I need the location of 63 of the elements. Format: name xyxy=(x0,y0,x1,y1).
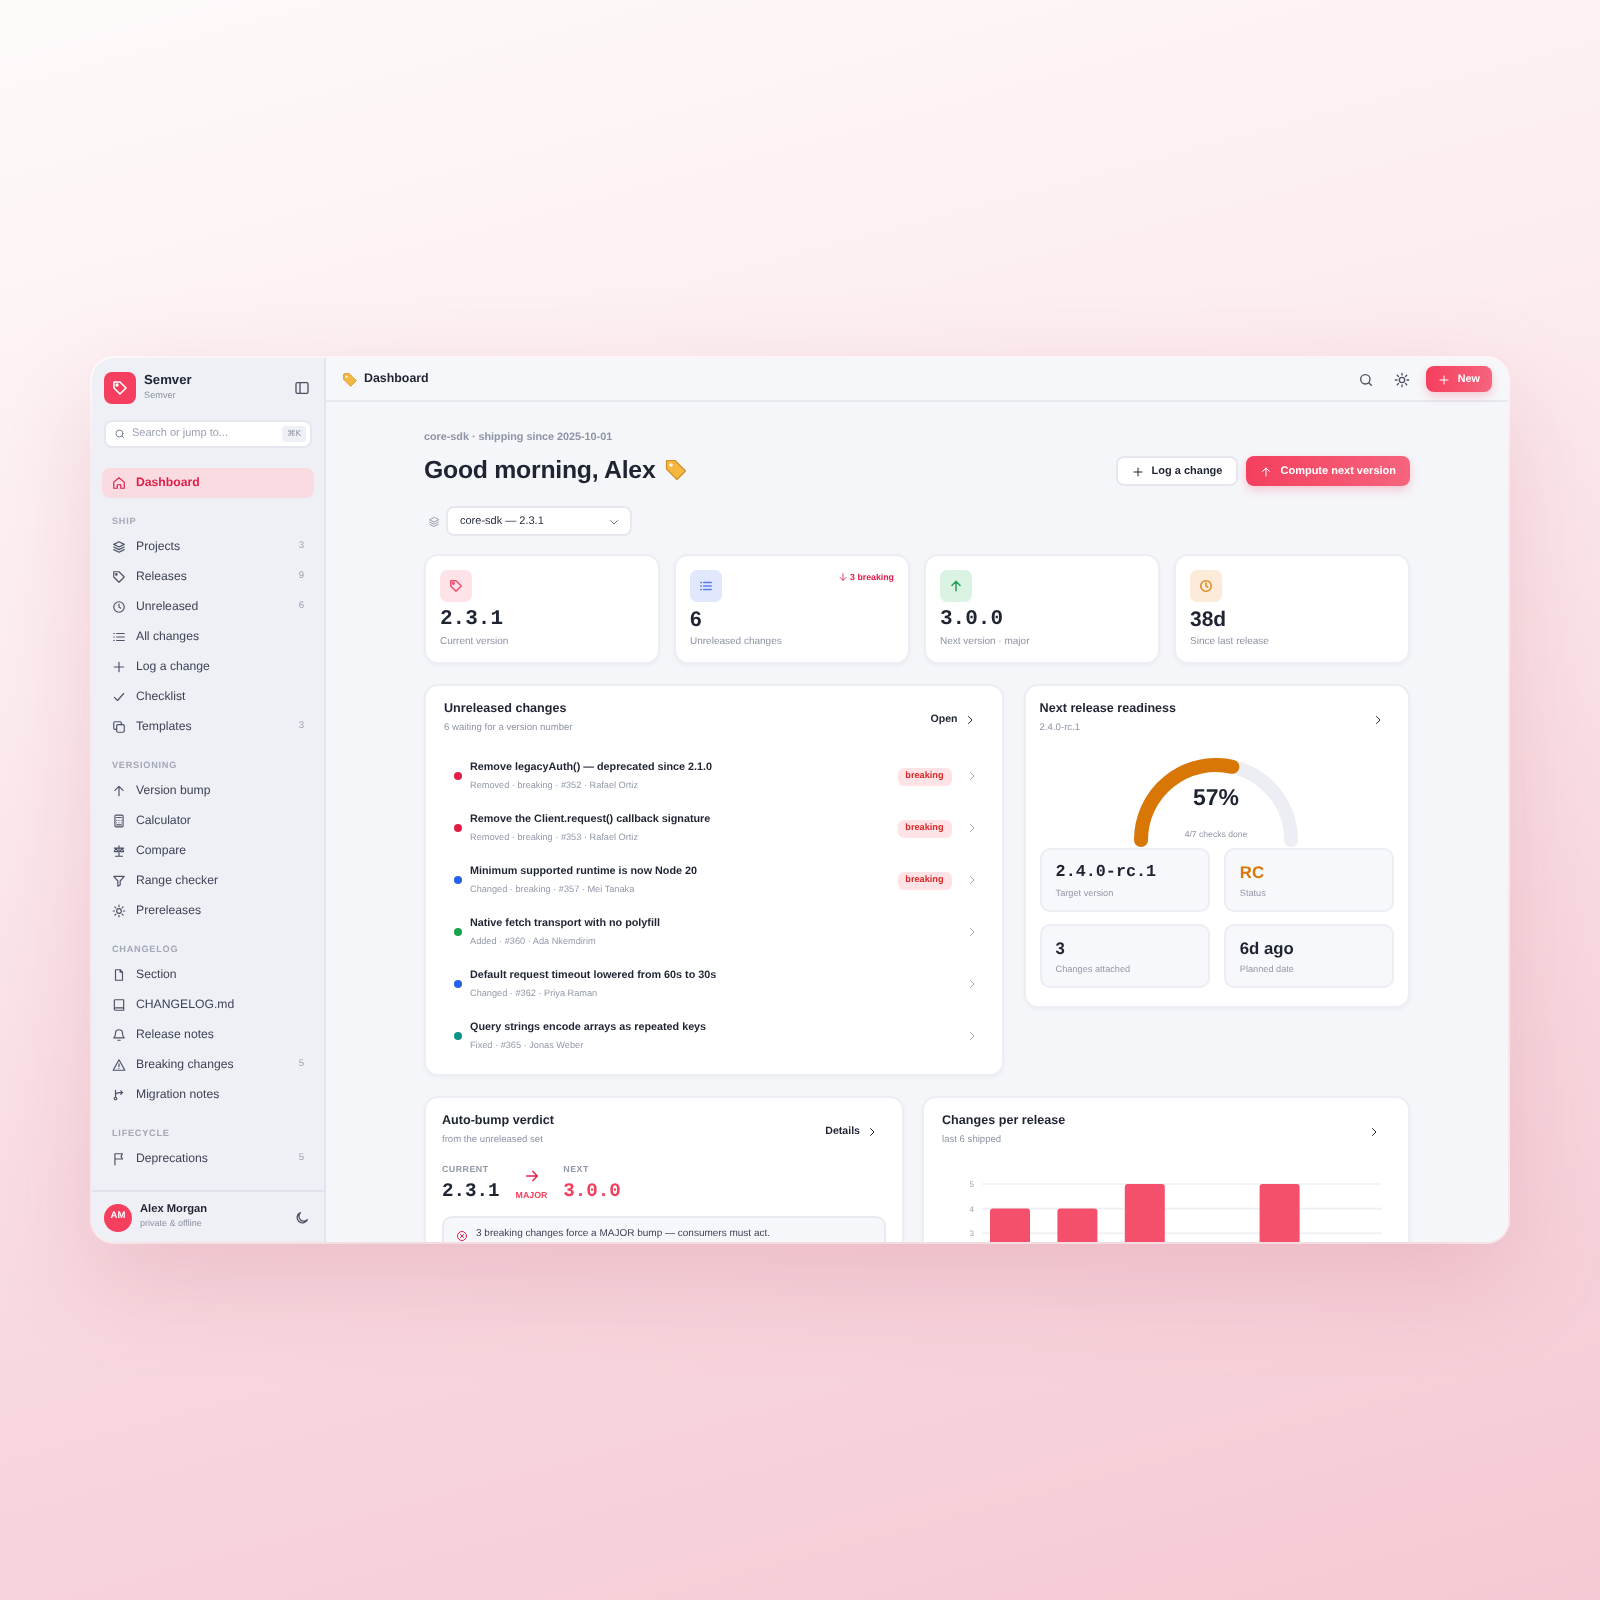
flag-icon xyxy=(112,1152,126,1166)
chart-bar xyxy=(1057,1208,1098,1242)
plus-icon xyxy=(1131,465,1144,477)
fact-value: 3 xyxy=(1055,938,1065,958)
check-icon xyxy=(112,690,126,704)
plus-icon xyxy=(1437,373,1450,385)
tag-logo-icon xyxy=(104,372,136,404)
theme-button[interactable] xyxy=(1389,367,1414,391)
arrow-up-icon xyxy=(1260,465,1273,477)
layers-icon xyxy=(112,540,126,554)
current-version: 2.3.1 xyxy=(442,1180,500,1204)
chart-bar xyxy=(990,1208,1030,1242)
stat-value: 2.3.1 xyxy=(440,608,506,632)
theme-button[interactable] xyxy=(292,1207,312,1227)
panel-icon xyxy=(294,380,310,396)
chart-bar xyxy=(1124,1184,1165,1242)
fact-value: 6d ago xyxy=(1239,938,1294,958)
book-icon xyxy=(112,998,126,1012)
tag-icon xyxy=(112,570,126,584)
clock-icon xyxy=(1190,570,1222,602)
list-icon xyxy=(690,570,722,602)
greeting-heading: Good morning, Alex xyxy=(424,454,656,486)
warning-icon xyxy=(112,1058,126,1072)
arrow-right-icon xyxy=(523,1168,540,1184)
layers-icon xyxy=(428,515,440,527)
next-version: 3.0.0 xyxy=(563,1180,621,1204)
gauge-value: 57% xyxy=(1193,787,1240,811)
stat-value: 38d xyxy=(1190,608,1229,632)
chevron-right-icon xyxy=(1371,713,1384,725)
open-button[interactable] xyxy=(1366,1123,1382,1139)
fact-value: 2.4.0-rc.1 xyxy=(1055,862,1157,882)
list-icon xyxy=(112,630,126,644)
sun-icon xyxy=(112,904,126,918)
tag-icon xyxy=(342,371,358,387)
arrow-up-icon xyxy=(112,784,126,798)
chevron-right-icon xyxy=(1368,1125,1380,1137)
tag-icon xyxy=(663,458,688,482)
bell-icon xyxy=(112,1028,126,1042)
stat-value: 6 xyxy=(690,608,704,632)
tag-icon xyxy=(440,570,472,602)
x-circle-icon xyxy=(456,1229,468,1241)
file-icon xyxy=(112,968,126,982)
chevron-right-icon xyxy=(866,1125,878,1137)
calculator-icon xyxy=(112,814,126,828)
plus-icon xyxy=(112,660,126,674)
sidebar-toggle-button[interactable] xyxy=(292,378,312,398)
arrow-up-icon xyxy=(940,570,972,602)
chart-bar xyxy=(1259,1184,1300,1242)
fact-value: RC xyxy=(1239,862,1264,882)
sun-icon xyxy=(1393,371,1410,387)
stat-value: 3.0.0 xyxy=(940,608,1006,632)
arrow-down-icon xyxy=(837,572,848,582)
search-icon xyxy=(114,428,126,440)
branch-icon xyxy=(112,1088,126,1102)
clock-icon xyxy=(112,600,126,614)
search-icon xyxy=(1357,371,1374,387)
copy-icon xyxy=(112,720,126,734)
moon-icon xyxy=(294,1209,310,1225)
chevron-down-icon xyxy=(608,515,620,527)
house-icon xyxy=(112,476,126,490)
funnel-icon xyxy=(112,874,126,888)
chevron-right-icon xyxy=(963,713,976,725)
scale-icon xyxy=(112,844,126,858)
